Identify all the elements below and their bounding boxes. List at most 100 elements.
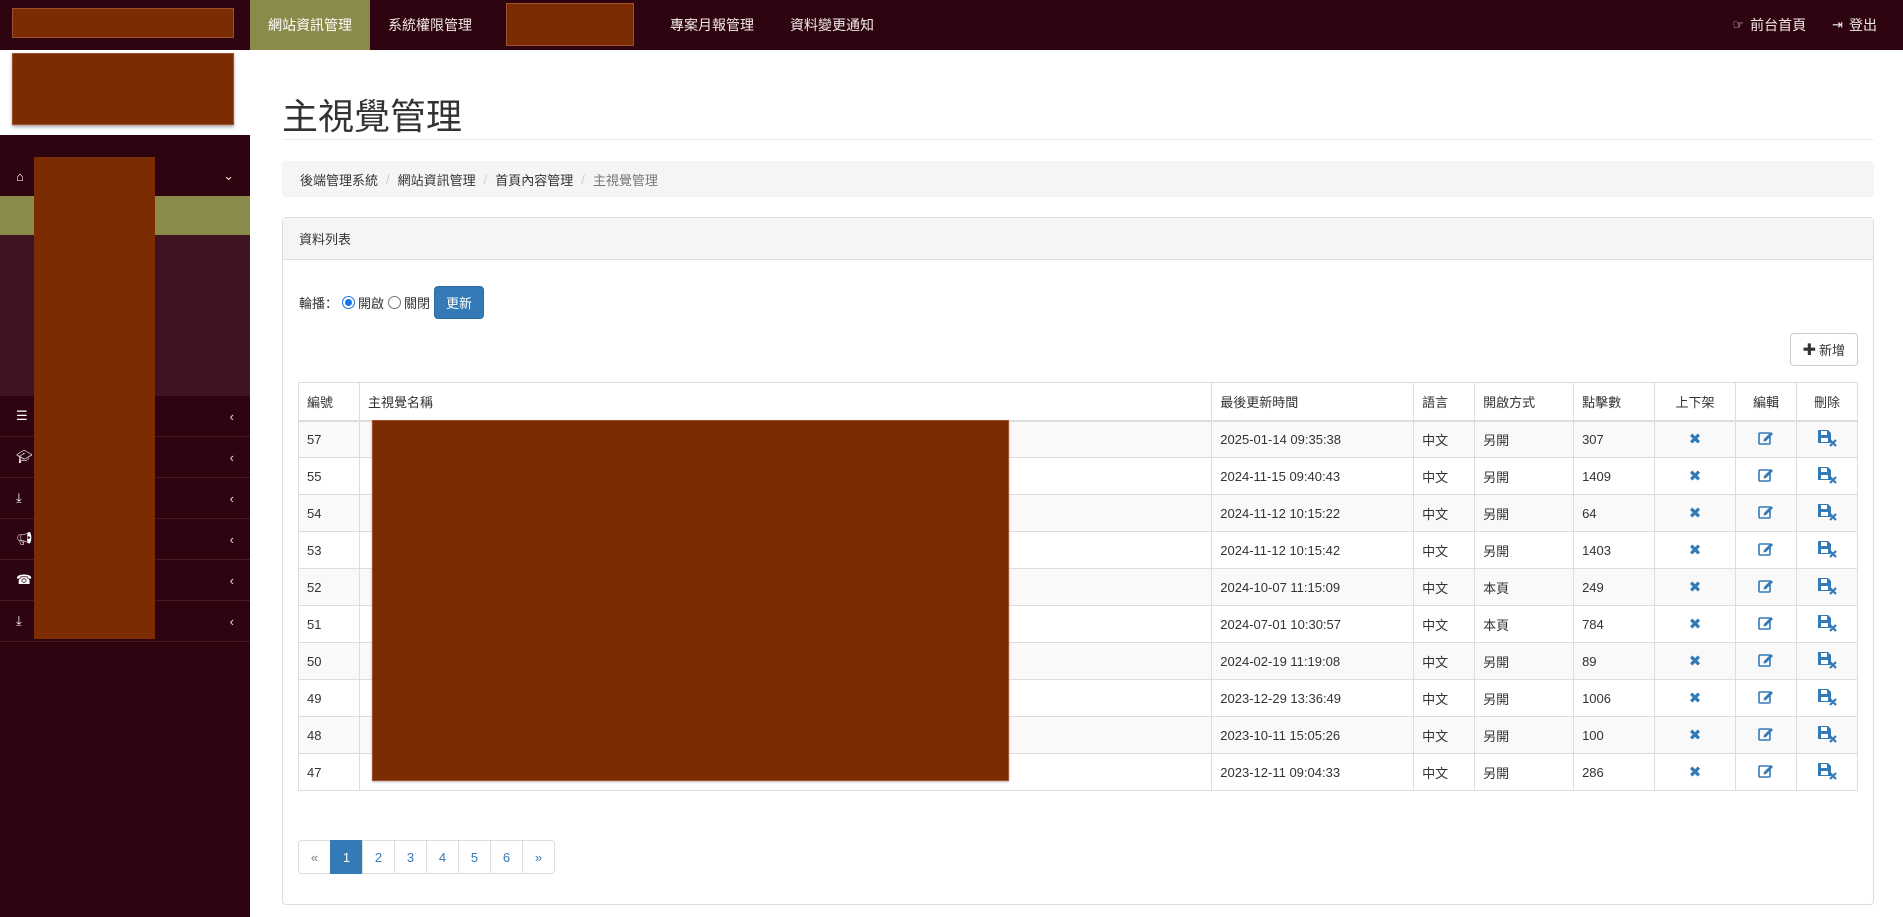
cell-delete xyxy=(1795,716,1859,754)
breadcrumb-item[interactable]: 網站資訊管理 xyxy=(398,170,476,189)
cell-clicks: 64 xyxy=(1573,494,1656,532)
cell-id: 47 xyxy=(298,753,360,791)
cell-publish: ✖ xyxy=(1654,494,1736,532)
table-header-row: 編號 主視覺名稱 最後更新時間 語言 開啟方式 點擊數 上下架 編輯 刪除 xyxy=(298,382,1859,422)
breadcrumb-item[interactable]: 首頁內容管理 xyxy=(495,170,573,189)
cell-edit xyxy=(1735,568,1797,606)
delete-icon[interactable] xyxy=(1817,429,1837,450)
delete-icon[interactable] xyxy=(1817,725,1837,746)
col-header-clicks: 點擊數 xyxy=(1573,382,1656,422)
nav-change-notice[interactable]: 資料變更通知 xyxy=(772,0,892,50)
nav-website-info[interactable]: 網站資訊管理 xyxy=(250,0,370,50)
top-navbar: 網站資訊管理 系統權限管理 專案月報管理 資料變更通知 ☞ 前台首頁 ⇥ 登出 xyxy=(0,0,1903,50)
delete-icon[interactable] xyxy=(1817,688,1837,709)
edit-icon[interactable] xyxy=(1758,652,1774,670)
cell-edit xyxy=(1735,753,1797,791)
cell-open: 另開 xyxy=(1474,420,1575,458)
cell-lang: 中文 xyxy=(1413,531,1476,569)
add-button[interactable]: ✚ 新增 xyxy=(1789,333,1858,366)
col-header-delete: 刪除 xyxy=(1795,382,1859,422)
unpublished-x-icon[interactable]: ✖ xyxy=(1689,727,1702,744)
cell-publish: ✖ xyxy=(1654,642,1736,680)
pagination-page[interactable]: 2 xyxy=(362,840,395,874)
col-header-id: 編號 xyxy=(298,382,360,422)
nav-redacted-item[interactable] xyxy=(506,3,634,46)
update-button[interactable]: 更新 xyxy=(434,286,485,319)
edit-icon[interactable] xyxy=(1758,578,1774,596)
cell-publish: ✖ xyxy=(1654,568,1736,606)
data-panel: 資料列表 輪播： 開啟 關閉 更新 ✚ 新增 編號 主視覺名稱 最後更新時間 語… xyxy=(282,217,1874,905)
nav-logout[interactable]: ⇥ 登出 xyxy=(1819,0,1903,50)
carousel-off-radio[interactable] xyxy=(388,296,402,309)
col-header-edit: 編輯 xyxy=(1735,382,1797,422)
cell-clicks: 89 xyxy=(1573,642,1656,680)
nav-frontend-home[interactable]: ☞ 前台首頁 xyxy=(1719,0,1819,50)
cell-updated: 2024-10-07 11:15:09 xyxy=(1211,568,1415,606)
pagination-page[interactable]: 1 xyxy=(330,840,363,874)
edit-icon[interactable] xyxy=(1758,541,1774,559)
pagination-prev[interactable]: « xyxy=(298,840,331,874)
unpublished-x-icon[interactable]: ✖ xyxy=(1689,431,1702,448)
edit-icon[interactable] xyxy=(1758,763,1774,781)
chevron-left-icon: ‹ xyxy=(229,408,234,424)
home-icon: ⌂ xyxy=(16,168,24,184)
list-icon: ☰ xyxy=(16,408,28,423)
edit-icon[interactable] xyxy=(1758,504,1774,522)
pagination-page[interactable]: 6 xyxy=(490,840,523,874)
breadcrumb-item[interactable]: 後端管理系統 xyxy=(300,170,378,189)
cell-id: 54 xyxy=(298,494,360,532)
unpublished-x-icon[interactable]: ✖ xyxy=(1689,764,1702,781)
edit-icon[interactable] xyxy=(1758,467,1774,485)
cell-delete xyxy=(1795,642,1859,680)
edit-icon[interactable] xyxy=(1758,615,1774,633)
edit-icon[interactable] xyxy=(1758,689,1774,707)
unpublished-x-icon[interactable]: ✖ xyxy=(1689,579,1702,596)
unpublished-x-icon[interactable]: ✖ xyxy=(1689,690,1702,707)
cell-updated: 2024-11-15 09:40:43 xyxy=(1211,457,1415,495)
page-title: 主視覺管理 xyxy=(282,96,463,137)
cell-updated: 2024-11-12 10:15:42 xyxy=(1211,531,1415,569)
col-header-publish: 上下架 xyxy=(1654,382,1736,422)
cell-delete xyxy=(1795,679,1859,717)
pagination-page[interactable]: 3 xyxy=(394,840,427,874)
cell-lang: 中文 xyxy=(1413,753,1476,791)
pagination-next[interactable]: » xyxy=(522,840,555,874)
cell-updated: 2025-01-14 09:35:38 xyxy=(1211,420,1415,458)
pagination-page[interactable]: 4 xyxy=(426,840,459,874)
redacted-sidebar-labels xyxy=(34,157,155,639)
unpublished-x-icon[interactable]: ✖ xyxy=(1689,542,1702,559)
cell-updated: 2024-07-01 10:30:57 xyxy=(1211,605,1415,643)
nav-monthly-report[interactable]: 專案月報管理 xyxy=(652,0,772,50)
delete-icon[interactable] xyxy=(1817,503,1837,524)
cell-publish: ✖ xyxy=(1654,457,1736,495)
cell-open: 另開 xyxy=(1474,642,1575,680)
unpublished-x-icon[interactable]: ✖ xyxy=(1689,616,1702,633)
cell-id: 57 xyxy=(298,420,360,458)
cell-id: 49 xyxy=(298,679,360,717)
unpublished-x-icon[interactable]: ✖ xyxy=(1689,468,1702,485)
unpublished-x-icon[interactable]: ✖ xyxy=(1689,653,1702,670)
chevron-left-icon: ‹ xyxy=(229,613,234,629)
carousel-on-radio[interactable] xyxy=(342,296,356,309)
cell-edit xyxy=(1735,679,1797,717)
cell-edit xyxy=(1735,531,1797,569)
edit-icon[interactable] xyxy=(1758,726,1774,744)
unpublished-x-icon[interactable]: ✖ xyxy=(1689,505,1702,522)
delete-icon[interactable] xyxy=(1817,466,1837,487)
pagination: «1 2 3 4 5 6» xyxy=(298,840,555,874)
cell-clicks: 249 xyxy=(1573,568,1656,606)
nav-permissions[interactable]: 系統權限管理 xyxy=(370,0,490,50)
delete-icon[interactable] xyxy=(1817,762,1837,783)
edit-icon[interactable] xyxy=(1758,430,1774,448)
delete-icon[interactable] xyxy=(1817,614,1837,635)
cell-delete xyxy=(1795,568,1859,606)
delete-icon[interactable] xyxy=(1817,577,1837,598)
cell-clicks: 100 xyxy=(1573,716,1656,754)
brand-area xyxy=(0,0,250,50)
delete-icon[interactable] xyxy=(1817,540,1837,561)
cell-id: 48 xyxy=(298,716,360,754)
delete-icon[interactable] xyxy=(1817,651,1837,672)
breadcrumb-separator: / xyxy=(483,171,488,187)
pagination-page[interactable]: 5 xyxy=(458,840,491,874)
